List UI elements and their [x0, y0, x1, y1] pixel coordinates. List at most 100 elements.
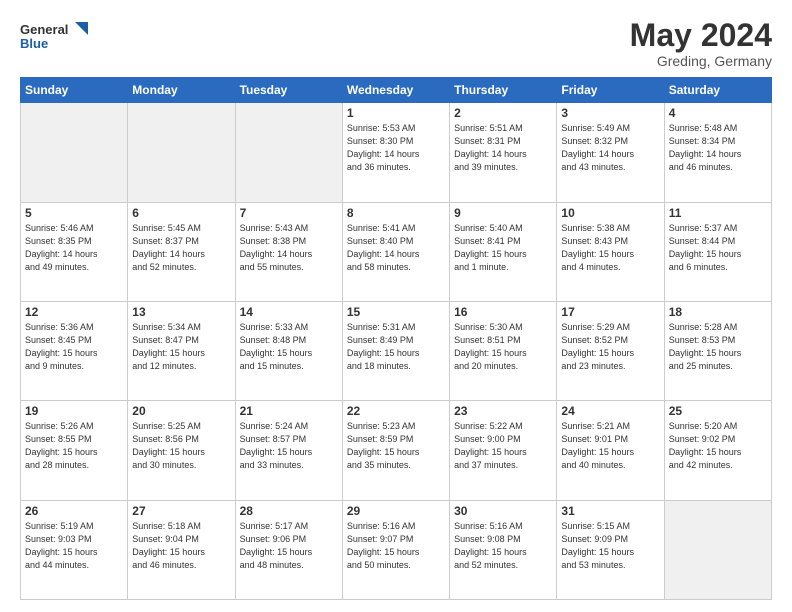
table-row: 21 Sunrise: 5:24 AMSunset: 8:57 PMDayligh…: [235, 401, 342, 500]
table-row: 12 Sunrise: 5:36 AMSunset: 8:45 PMDayligh…: [21, 301, 128, 400]
calendar-week-row: 1 Sunrise: 5:53 AMSunset: 8:30 PMDaylight…: [21, 103, 772, 202]
table-row: 22Sunrise: 5:23 AMSunset: 8:59 PMDayligh…: [342, 401, 449, 500]
day-number: 4: [669, 106, 767, 120]
calendar-day-header: Tuesday: [235, 78, 342, 103]
day-number: 23: [454, 404, 552, 418]
table-row: 25Sunrise: 5:20 AMSunset: 9:02 PMDayligh…: [664, 401, 771, 500]
table-row: 17 Sunrise: 5:29 AMSunset: 8:52 PMDayligh…: [557, 301, 664, 400]
table-row: 16 Sunrise: 5:30 AMSunset: 8:51 PMDayligh…: [450, 301, 557, 400]
day-info: Sunrise: 5:15 AMSunset: 9:09 PMDaylight:…: [561, 520, 659, 572]
calendar-week-row: 26 Sunrise: 5:19 AMSunset: 9:03 PMDayligh…: [21, 500, 772, 599]
day-info: Sunrise: 5:41 AMSunset: 8:40 PMDaylight:…: [347, 222, 445, 274]
day-info: Sunrise: 5:45 AMSunset: 8:37 PMDaylight:…: [132, 222, 230, 274]
calendar-week-row: 5Sunrise: 5:46 AMSunset: 8:35 PMDaylight…: [21, 202, 772, 301]
table-row: 20 Sunrise: 5:25 AMSunset: 8:56 PMDayligh…: [128, 401, 235, 500]
header: General Blue May 2024 Greding, Germany: [20, 18, 772, 69]
calendar-day-header: Saturday: [664, 78, 771, 103]
table-row: [235, 103, 342, 202]
day-number: 29: [347, 504, 445, 518]
calendar-day-header: Thursday: [450, 78, 557, 103]
table-row: 14 Sunrise: 5:33 AMSunset: 8:48 PMDayligh…: [235, 301, 342, 400]
day-number: 19: [25, 404, 123, 418]
day-info: Sunrise: 5:28 AMSunset: 8:53 PMDaylight:…: [669, 321, 767, 373]
day-number: 25: [669, 404, 767, 418]
day-number: 5: [25, 206, 123, 220]
day-info: Sunrise: 5:40 AMSunset: 8:41 PMDaylight:…: [454, 222, 552, 274]
day-number: 31: [561, 504, 659, 518]
day-info: Sunrise: 5:19 AMSunset: 9:03 PMDaylight:…: [25, 520, 123, 572]
day-number: 18: [669, 305, 767, 319]
day-number: 10: [561, 206, 659, 220]
table-row: 5Sunrise: 5:46 AMSunset: 8:35 PMDaylight…: [21, 202, 128, 301]
day-number: 14: [240, 305, 338, 319]
day-info: Sunrise: 5:24 AMSunset: 8:57 PMDaylight:…: [240, 420, 338, 472]
day-info: Sunrise: 5:29 AMSunset: 8:52 PMDaylight:…: [561, 321, 659, 373]
table-row: 23 Sunrise: 5:22 AMSunset: 9:00 PMDayligh…: [450, 401, 557, 500]
day-info: Sunrise: 5:49 AMSunset: 8:32 PMDaylight:…: [561, 122, 659, 174]
day-number: 12: [25, 305, 123, 319]
day-info: Sunrise: 5:34 AMSunset: 8:47 PMDaylight:…: [132, 321, 230, 373]
calendar-day-header: Wednesday: [342, 78, 449, 103]
logo-icon: General Blue: [20, 18, 90, 56]
table-row: 11Sunrise: 5:37 AMSunset: 8:44 PMDayligh…: [664, 202, 771, 301]
day-info: Sunrise: 5:53 AMSunset: 8:30 PMDaylight:…: [347, 122, 445, 174]
calendar-week-row: 19Sunrise: 5:26 AMSunset: 8:55 PMDayligh…: [21, 401, 772, 500]
day-info: Sunrise: 5:17 AMSunset: 9:06 PMDaylight:…: [240, 520, 338, 572]
table-row: 4 Sunrise: 5:48 AMSunset: 8:34 PMDaylight…: [664, 103, 771, 202]
table-row: 31 Sunrise: 5:15 AMSunset: 9:09 PMDayligh…: [557, 500, 664, 599]
table-row: 15Sunrise: 5:31 AMSunset: 8:49 PMDayligh…: [342, 301, 449, 400]
day-info: Sunrise: 5:48 AMSunset: 8:34 PMDaylight:…: [669, 122, 767, 174]
day-number: 16: [454, 305, 552, 319]
day-info: Sunrise: 5:16 AMSunset: 9:07 PMDaylight:…: [347, 520, 445, 572]
day-info: Sunrise: 5:18 AMSunset: 9:04 PMDaylight:…: [132, 520, 230, 572]
day-number: 27: [132, 504, 230, 518]
table-row: 10Sunrise: 5:38 AMSunset: 8:43 PMDayligh…: [557, 202, 664, 301]
day-info: Sunrise: 5:30 AMSunset: 8:51 PMDaylight:…: [454, 321, 552, 373]
table-row: 8Sunrise: 5:41 AMSunset: 8:40 PMDaylight…: [342, 202, 449, 301]
main-title: May 2024: [630, 18, 772, 53]
table-row: [664, 500, 771, 599]
day-info: Sunrise: 5:43 AMSunset: 8:38 PMDaylight:…: [240, 222, 338, 274]
day-info: Sunrise: 5:36 AMSunset: 8:45 PMDaylight:…: [25, 321, 123, 373]
day-number: 13: [132, 305, 230, 319]
table-row: [128, 103, 235, 202]
day-info: Sunrise: 5:33 AMSunset: 8:48 PMDaylight:…: [240, 321, 338, 373]
day-number: 1: [347, 106, 445, 120]
day-number: 9: [454, 206, 552, 220]
table-row: [21, 103, 128, 202]
day-info: Sunrise: 5:23 AMSunset: 8:59 PMDaylight:…: [347, 420, 445, 472]
day-info: Sunrise: 5:25 AMSunset: 8:56 PMDaylight:…: [132, 420, 230, 472]
day-number: 20: [132, 404, 230, 418]
calendar-week-row: 12 Sunrise: 5:36 AMSunset: 8:45 PMDayligh…: [21, 301, 772, 400]
svg-text:General: General: [20, 22, 68, 37]
day-number: 2: [454, 106, 552, 120]
table-row: 7 Sunrise: 5:43 AMSunset: 8:38 PMDaylight…: [235, 202, 342, 301]
day-number: 28: [240, 504, 338, 518]
table-row: 13 Sunrise: 5:34 AMSunset: 8:47 PMDayligh…: [128, 301, 235, 400]
calendar-day-header: Sunday: [21, 78, 128, 103]
subtitle: Greding, Germany: [630, 53, 772, 69]
page: General Blue May 2024 Greding, Germany S…: [0, 0, 792, 612]
table-row: 27 Sunrise: 5:18 AMSunset: 9:04 PMDayligh…: [128, 500, 235, 599]
day-number: 3: [561, 106, 659, 120]
day-number: 21: [240, 404, 338, 418]
day-info: Sunrise: 5:21 AMSunset: 9:01 PMDaylight:…: [561, 420, 659, 472]
table-row: 26 Sunrise: 5:19 AMSunset: 9:03 PMDayligh…: [21, 500, 128, 599]
table-row: 24Sunrise: 5:21 AMSunset: 9:01 PMDayligh…: [557, 401, 664, 500]
day-info: Sunrise: 5:22 AMSunset: 9:00 PMDaylight:…: [454, 420, 552, 472]
table-row: 6Sunrise: 5:45 AMSunset: 8:37 PMDaylight…: [128, 202, 235, 301]
calendar-day-header: Monday: [128, 78, 235, 103]
logo: General Blue: [20, 18, 90, 56]
table-row: 18 Sunrise: 5:28 AMSunset: 8:53 PMDayligh…: [664, 301, 771, 400]
table-row: 9 Sunrise: 5:40 AMSunset: 8:41 PMDaylight…: [450, 202, 557, 301]
table-row: 28 Sunrise: 5:17 AMSunset: 9:06 PMDayligh…: [235, 500, 342, 599]
day-number: 26: [25, 504, 123, 518]
day-info: Sunrise: 5:51 AMSunset: 8:31 PMDaylight:…: [454, 122, 552, 174]
table-row: 3 Sunrise: 5:49 AMSunset: 8:32 PMDaylight…: [557, 103, 664, 202]
calendar-day-header: Friday: [557, 78, 664, 103]
day-number: 30: [454, 504, 552, 518]
day-number: 17: [561, 305, 659, 319]
table-row: 30Sunrise: 5:16 AMSunset: 9:08 PMDayligh…: [450, 500, 557, 599]
day-number: 7: [240, 206, 338, 220]
table-row: 29 Sunrise: 5:16 AMSunset: 9:07 PMDayligh…: [342, 500, 449, 599]
